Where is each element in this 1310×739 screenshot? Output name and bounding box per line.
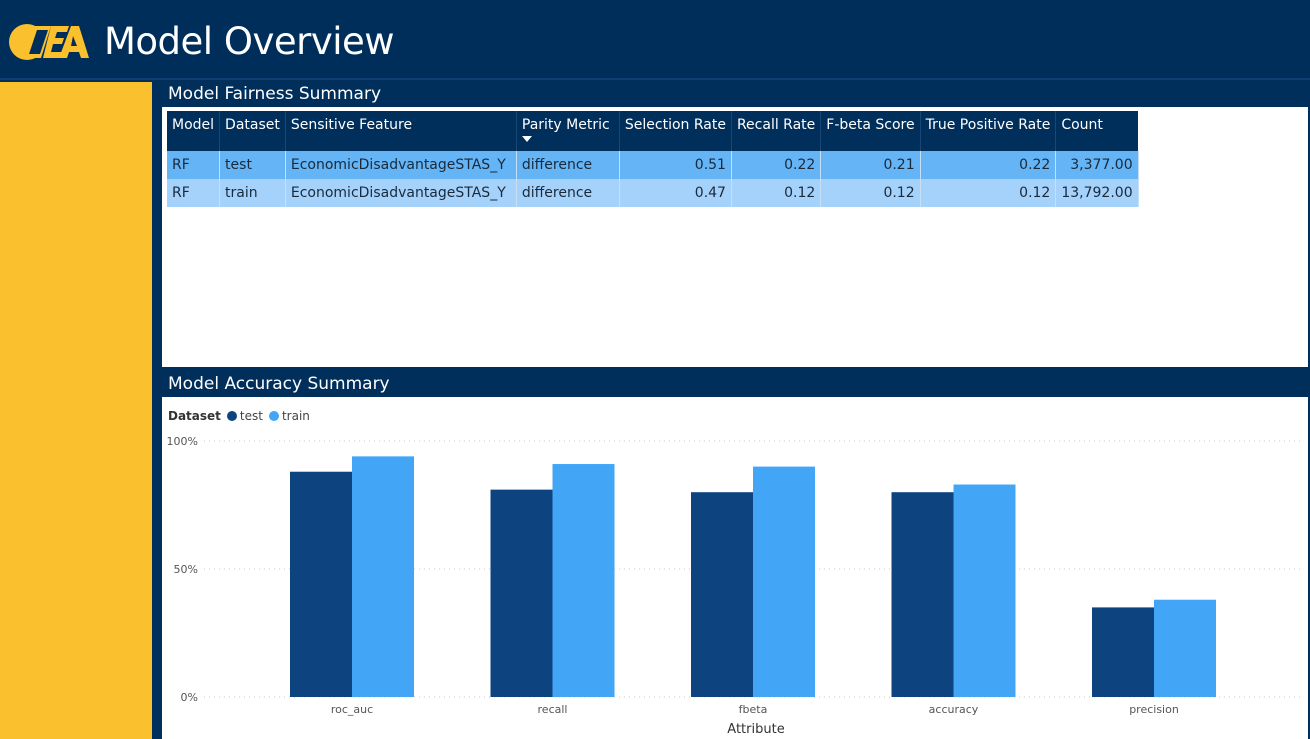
cell-true-positive-rate: 0.22 — [920, 151, 1057, 179]
cell-true-positive-rate: 0.12 — [920, 179, 1057, 207]
col-header-selection-rate[interactable]: Selection Rate — [619, 111, 732, 151]
bar-train-precision[interactable] — [1154, 599, 1216, 697]
x-axis-title: Attribute — [727, 722, 784, 737]
table-row[interactable]: RF train EconomicDisadvantageSTAS_Y diff… — [167, 179, 1139, 207]
col-header-sensitive-feature-label: Sensitive Feature — [290, 117, 413, 133]
cea-logo — [7, 22, 91, 62]
bar-test-fbeta[interactable] — [691, 492, 753, 697]
cell-recall-rate: 0.12 — [731, 179, 822, 207]
x-tick-label: roc_auc — [331, 703, 373, 716]
fairness-panel-title: Model Fairness Summary — [162, 80, 1308, 107]
bar-test-roc_auc[interactable] — [290, 471, 352, 697]
page-title: Model Overview — [104, 20, 395, 63]
cell-parity-metric: difference — [516, 179, 620, 207]
accuracy-bar-chart: 0% 50% 100% roc_auc recall fbeta accuracy preci… — [167, 435, 1304, 737]
col-header-model[interactable]: Model — [167, 111, 221, 151]
bar-test-precision[interactable] — [1092, 607, 1154, 697]
col-header-recall-rate[interactable]: Recall Rate — [731, 111, 822, 151]
cell-parity-metric: difference — [516, 151, 620, 179]
y-tick-label: 50% — [174, 563, 198, 576]
col-header-parity-metric-label: Parity Metric — [521, 117, 610, 133]
y-tick-label: 0% — [181, 691, 198, 704]
bar-train-accuracy[interactable] — [953, 484, 1016, 697]
sort-descending-icon[interactable] — [521, 136, 532, 142]
cell-model: RF — [167, 179, 221, 207]
cell-count: 3,377.00 — [1055, 151, 1139, 179]
y-tick-label: 100% — [167, 435, 198, 448]
col-header-dataset[interactable]: Dataset — [219, 111, 286, 151]
cell-fbeta-score: 0.12 — [820, 179, 921, 207]
x-tick-label: recall — [538, 703, 568, 716]
cell-sensitive-feature: EconomicDisadvantageSTAS_Y — [285, 179, 517, 207]
col-header-true-positive-rate[interactable]: True Positive Rate — [920, 111, 1057, 151]
accuracy-panel: Model Accuracy Summary Dataset test trai… — [160, 370, 1310, 739]
col-header-count[interactable]: Count — [1055, 111, 1139, 151]
col-header-sensitive-feature[interactable]: Sensitive Feature — [285, 111, 517, 151]
bar-train-fbeta[interactable] — [753, 466, 815, 697]
bar-test-recall[interactable] — [490, 489, 553, 697]
cell-count: 13,792.00 — [1055, 179, 1139, 207]
cell-selection-rate: 0.47 — [619, 179, 732, 207]
x-tick-label: accuracy — [929, 703, 979, 716]
table-row[interactable]: RF test EconomicDisadvantageSTAS_Y diffe… — [167, 151, 1139, 179]
cell-recall-rate: 0.22 — [731, 151, 822, 179]
cell-fbeta-score: 0.21 — [820, 151, 921, 179]
fairness-table[interactable]: Model Dataset Sensitive Feature Parity M… — [167, 111, 1139, 207]
cell-selection-rate: 0.51 — [619, 151, 732, 179]
sidebar — [0, 82, 152, 739]
x-tick-label: precision — [1129, 703, 1179, 716]
header-bar: Model Overview — [0, 0, 1310, 80]
fairness-panel: Model Fairness Summary Model Dataset Sen… — [160, 80, 1310, 367]
cell-sensitive-feature: EconomicDisadvantageSTAS_Y — [285, 151, 517, 179]
col-header-parity-metric[interactable]: Parity Metric — [516, 111, 620, 151]
cell-model: RF — [167, 151, 221, 179]
col-header-fbeta-score[interactable]: F-beta Score — [820, 111, 921, 151]
bar-test-accuracy[interactable] — [891, 492, 954, 697]
bar-train-roc_auc[interactable] — [352, 456, 414, 697]
cell-dataset: train — [219, 179, 286, 207]
x-tick-label: fbeta — [739, 703, 768, 716]
fairness-table-header: Model Dataset Sensitive Feature Parity M… — [167, 111, 1139, 151]
cell-dataset: test — [219, 151, 286, 179]
bar-train-recall[interactable] — [552, 464, 615, 697]
sidebar-divider — [152, 82, 160, 739]
accuracy-panel-title: Model Accuracy Summary — [162, 370, 1308, 397]
